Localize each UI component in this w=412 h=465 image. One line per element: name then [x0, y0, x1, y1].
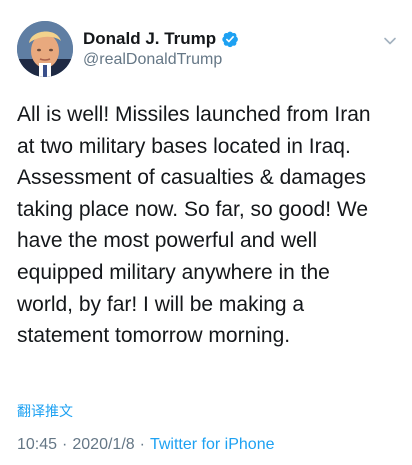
- tweet-date: 2020/1/8: [72, 436, 135, 453]
- author-handle[interactable]: @realDonaldTrump: [83, 51, 222, 69]
- author-display-name[interactable]: Donald J. Trump: [83, 29, 216, 49]
- author-name-row[interactable]: Donald J. Trump: [83, 28, 239, 50]
- avatar-image: [17, 21, 73, 77]
- meta-separator: ·: [139, 436, 145, 453]
- chevron-down-icon[interactable]: [382, 33, 398, 49]
- tweet-meta: 10:45 · 2020/1/8 · Twitter for iPhone: [17, 436, 274, 454]
- tweet-text: All is well! Missiles launched from Iran…: [17, 103, 371, 348]
- verified-badge-icon: [221, 30, 239, 48]
- tweet-card: Donald J. Trump @realDonaldTrump All is …: [0, 0, 412, 465]
- tweet-time: 10:45: [17, 436, 58, 453]
- avatar[interactable]: [17, 21, 73, 77]
- meta-separator: ·: [62, 436, 68, 453]
- translate-tweet-link[interactable]: 翻译推文: [17, 401, 73, 421]
- tweet-source-link[interactable]: Twitter for iPhone: [150, 436, 275, 453]
